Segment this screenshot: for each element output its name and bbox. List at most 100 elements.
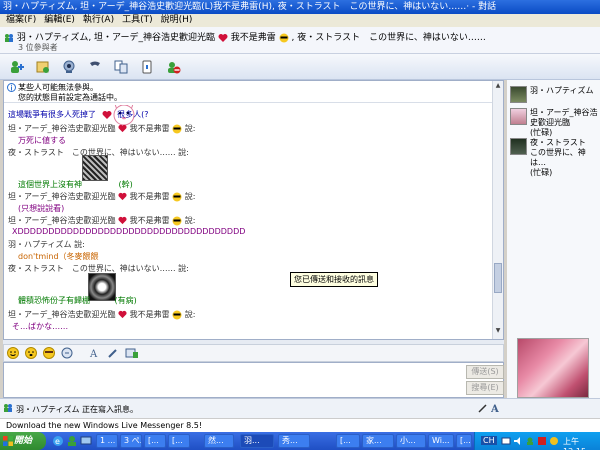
- taskbar-button[interactable]: 小...: [396, 434, 426, 448]
- participant-name: 坦・アーデ_神谷浩史歡迎光臨 (忙碌): [530, 108, 598, 137]
- search-button[interactable]: 搜尋(E): [466, 381, 504, 395]
- action-toolbar: [0, 54, 600, 80]
- clock: 上午 12:15: [563, 437, 586, 450]
- svg-text:e: e: [55, 437, 60, 446]
- conversation-header: 羽・ハプティズム, 坦・アーデ_神谷浩史歡迎光臨 我不是弗雷 , 夜・ストラスト…: [0, 27, 600, 54]
- sunglasses-emoticon-icon: [172, 216, 182, 225]
- desktop-icon[interactable]: [80, 435, 92, 447]
- avatar: [510, 138, 527, 155]
- heart-icon: [102, 110, 112, 119]
- taskbar-button[interactable]: 3 ぺ...: [120, 434, 142, 448]
- messenger-icon[interactable]: [66, 435, 78, 447]
- ie-icon[interactable]: e: [52, 435, 64, 447]
- volume-icon[interactable]: [513, 436, 523, 446]
- taskbar-button[interactable]: 羽...: [240, 434, 274, 448]
- participant-count: 3 位參與者: [18, 43, 58, 52]
- language-indicator[interactable]: CH: [481, 436, 497, 445]
- messenger-tray-icon[interactable]: [525, 436, 535, 446]
- window-title-bar[interactable]: 羽・ハプティズム, 坦・アーデ_神谷浩史歡迎光臨(L)我不是弗雷(H), 夜・ス…: [0, 0, 600, 14]
- list-item: そ…ばかな……: [12, 322, 69, 331]
- share-files-button[interactable]: [32, 57, 54, 77]
- wink-icon[interactable]: [43, 347, 55, 359]
- list-item: 坦・アーデ_神谷浩史歡迎光臨 我不是弗雷 說:: [8, 192, 196, 201]
- taskbar-button[interactable]: [...: [336, 434, 360, 448]
- taskbar-button[interactable]: [...: [168, 434, 190, 448]
- pen-icon[interactable]: [478, 403, 488, 413]
- sunglasses-emoticon-icon: [279, 33, 289, 42]
- video-button[interactable]: [58, 57, 80, 77]
- send-button[interactable]: 傳送(S): [466, 365, 504, 379]
- call-button[interactable]: [84, 57, 106, 77]
- participants-names-3: , 夜・ストラスト この世界に、神はいない……: [291, 33, 486, 43]
- activities-icon: [114, 60, 128, 73]
- participants-panel: 羽・ハプティズム 坦・アーデ_神谷浩史歡迎光臨 (忙碌) 夜・ストラスト この世界…: [507, 80, 600, 409]
- conversation-history[interactable]: 某些人可能無法參與。 您的狀態目前設定為通話中。 這場戰爭有很多人死掉了 很多人…: [3, 80, 504, 340]
- list-item: 這場戰爭有很多人死掉了 很多人(?: [8, 110, 149, 119]
- start-button[interactable]: 開始: [0, 432, 46, 450]
- taskbar-button[interactable]: Wi...: [428, 434, 454, 448]
- window-title: 羽・ハプティズム, 坦・アーデ_神谷浩史歡迎光臨(L)我不是弗雷(H), 夜・ス…: [3, 2, 497, 12]
- antivirus-icon[interactable]: [537, 436, 547, 446]
- menu-tools[interactable]: 工具(T): [118, 14, 157, 27]
- avatar: [510, 86, 527, 103]
- chat-scrollbar[interactable]: ▲ ▼: [492, 81, 503, 339]
- sunglasses-emoticon-icon: [172, 124, 182, 133]
- my-display-picture[interactable]: [517, 338, 589, 398]
- list-item: 體積恐怖份子有歸棚 (有病): [18, 296, 137, 305]
- block-icon: [168, 61, 181, 73]
- invite-button[interactable]: [6, 57, 28, 77]
- network-icon[interactable]: [501, 436, 511, 446]
- scroll-down-icon[interactable]: ▼: [494, 327, 502, 337]
- activities-button[interactable]: [110, 57, 132, 77]
- games-icon: [142, 60, 152, 73]
- heart-icon: [118, 216, 127, 225]
- participants-names-2: 我不是弗雷: [230, 33, 276, 43]
- download-banner[interactable]: Download the new Windows Live Messenger …: [0, 418, 600, 432]
- message-list: 這場戰爭有很多人死掉了 很多人(? 坦・アーデ_神谷浩史歡迎光臨 我不是弗雷 說…: [8, 105, 493, 339]
- font-icon[interactable]: A: [89, 347, 101, 359]
- update-icon[interactable]: [549, 436, 559, 446]
- list-item: don'tmind（冬麥餵餵: [18, 252, 99, 261]
- info-icon: [7, 83, 16, 92]
- phone-icon: [90, 61, 100, 66]
- taskbar-button[interactable]: [...: [144, 434, 166, 448]
- video-icon: [63, 60, 75, 73]
- taskbar-button[interactable]: [...: [456, 434, 472, 448]
- scroll-up-icon[interactable]: ▲: [494, 82, 502, 92]
- sunglasses-emoticon-icon: [172, 192, 182, 201]
- font-icon[interactable]: A: [491, 402, 501, 414]
- tooltip: 您已傳送和接收的訊息: [290, 272, 378, 287]
- games-button[interactable]: [136, 57, 158, 77]
- share-files-icon: [36, 61, 49, 73]
- menu-actions[interactable]: 執行(A): [79, 14, 118, 27]
- scroll-thumb[interactable]: [494, 263, 502, 293]
- block-button[interactable]: [162, 57, 184, 77]
- menu-help[interactable]: 說明(H): [157, 14, 197, 27]
- handwriting-icon[interactable]: [125, 347, 139, 359]
- taskbar-button[interactable]: 家...: [362, 434, 394, 448]
- message-input[interactable]: 傳送(S) 搜尋(E): [3, 362, 504, 398]
- background-icon[interactable]: [107, 347, 119, 359]
- participant-name: 夜・ストラスト この世界に、神は… (忙碌): [530, 138, 594, 177]
- sunglasses-emoticon-icon: [172, 310, 182, 319]
- invite-icon: [11, 60, 24, 73]
- menu-file[interactable]: 檔案(F): [2, 14, 40, 27]
- typing-status: 羽・ハプティズム 正在寫入訊息。: [16, 405, 139, 414]
- list-item: 坦・アーデ_神谷浩史歡迎光臨 我不是弗雷 說:: [8, 216, 196, 225]
- taskbar-button[interactable]: 秀...: [278, 434, 310, 448]
- nudge-icon[interactable]: [61, 347, 73, 359]
- participant-name: 羽・ハプティズム: [530, 86, 594, 95]
- menu-edit[interactable]: 編輯(E): [40, 14, 79, 27]
- taskbar-button[interactable]: 然...: [204, 434, 234, 448]
- svg-text:A: A: [89, 349, 98, 359]
- menu-bar: 檔案(F) 編輯(E) 執行(A) 工具(T) 說明(H): [0, 14, 600, 27]
- taskbar-button[interactable]: 1 ...: [96, 434, 118, 448]
- status-bar: 羽・ハプティズム 正在寫入訊息。 A: [0, 398, 600, 418]
- sticker-image: [82, 155, 108, 181]
- list-item: 這個世界上沒有神 (幹): [18, 180, 133, 189]
- avatar: [510, 108, 527, 125]
- list-item: 坦・アーデ_神谷浩史歡迎光臨 我不是弗雷 說:: [8, 310, 196, 319]
- list-item: 坦・アーデ_神谷浩史歡迎光臨 我不是弗雷 說:: [8, 124, 196, 133]
- emoticon-icon[interactable]: [7, 347, 19, 359]
- voice-clip-icon[interactable]: [25, 347, 37, 359]
